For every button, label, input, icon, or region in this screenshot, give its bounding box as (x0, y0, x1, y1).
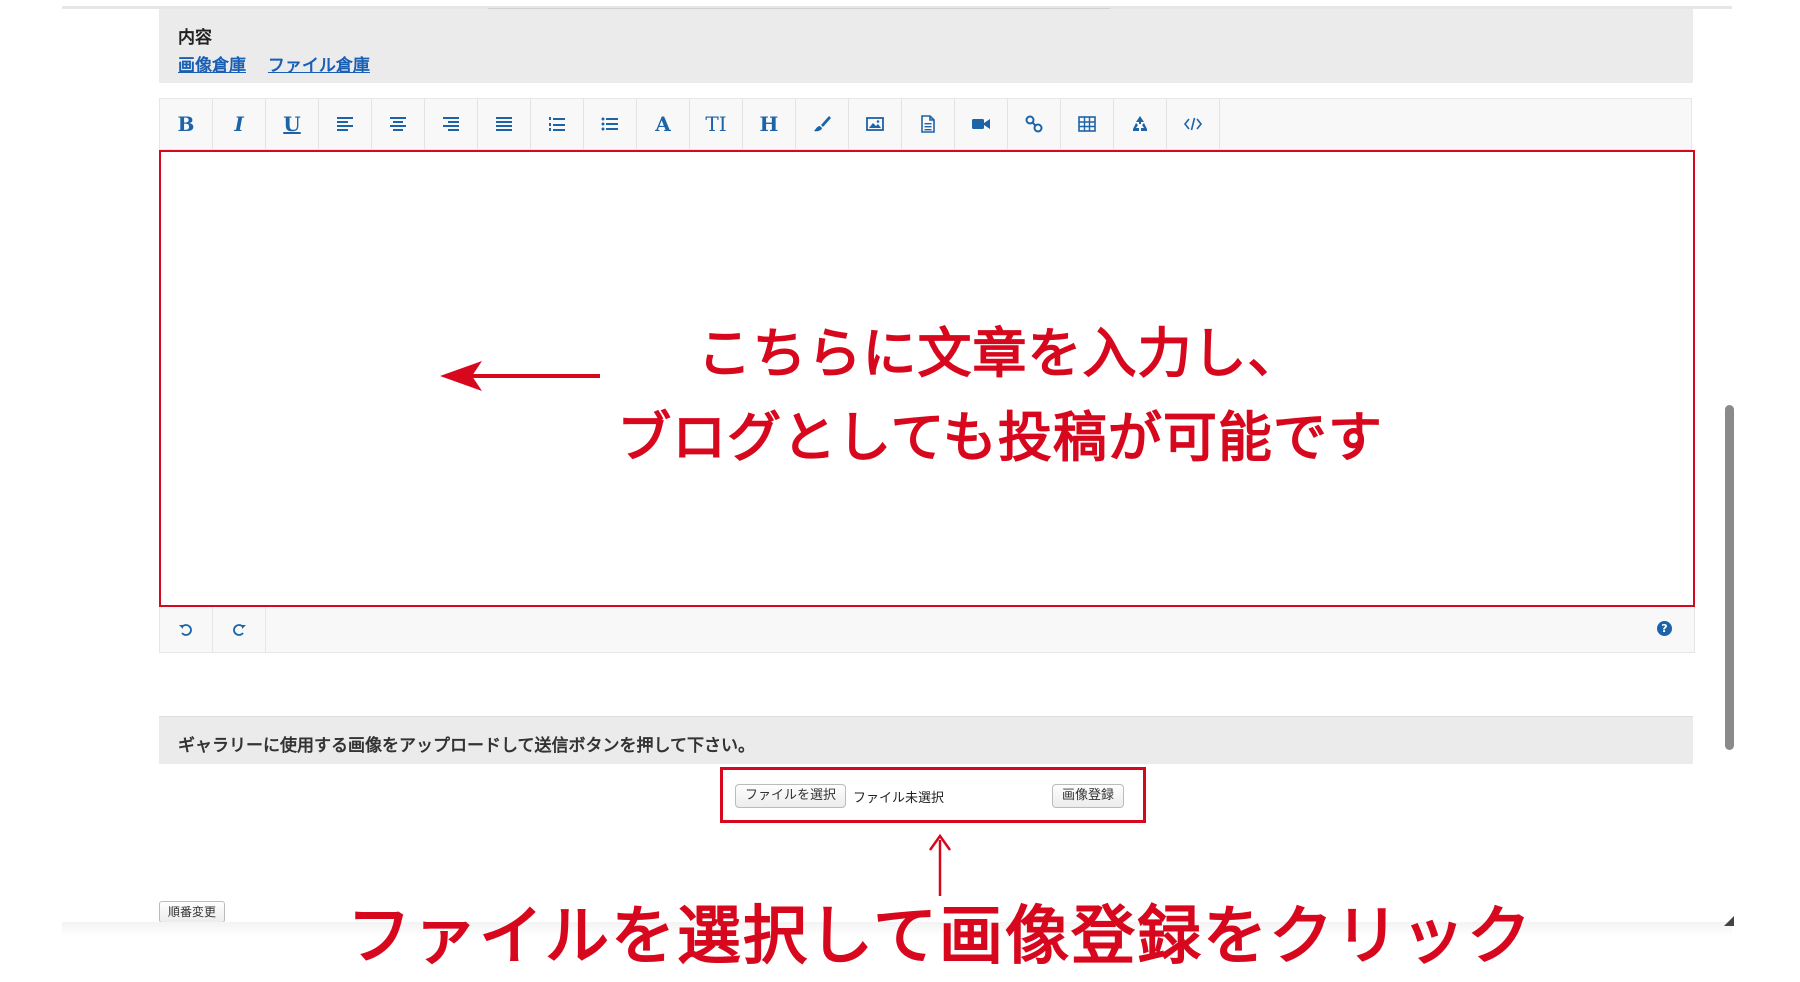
file-library-link[interactable]: ファイル倉庫 (268, 56, 370, 76)
reorder-button[interactable]: 順番変更 (159, 901, 226, 923)
annotation-line-2: ブログとしても投稿が可能です (617, 406, 1383, 469)
redo-button[interactable] (213, 607, 266, 652)
color-button[interactable] (796, 99, 849, 149)
insert-table-button[interactable] (1061, 99, 1114, 149)
link-icon (1025, 115, 1043, 133)
italic-button[interactable]: I (213, 99, 266, 149)
align-right-button[interactable] (425, 99, 478, 149)
ordered-list-button[interactable] (531, 99, 584, 149)
annotation-line-1: こちらに文章を入力し、 (697, 322, 1303, 385)
vertical-scrollbar[interactable] (1725, 405, 1734, 750)
undo-icon (179, 623, 192, 636)
image-library-link[interactable]: 画像倉庫 (178, 56, 246, 76)
unordered-list-button[interactable] (584, 99, 637, 149)
insert-video-button[interactable] (955, 99, 1008, 149)
justify-icon (496, 117, 512, 131)
register-image-button[interactable]: 画像登録 (1052, 784, 1125, 808)
code-view-button[interactable] (1167, 99, 1220, 149)
editor-footer: ? (159, 607, 1695, 653)
arrow-up-icon (928, 834, 952, 896)
heading-icon: H (759, 112, 779, 136)
font-icon: A (655, 112, 671, 136)
file-icon (921, 115, 935, 133)
align-center-button[interactable] (372, 99, 425, 149)
align-center-icon (390, 117, 406, 131)
bold-button[interactable]: B (160, 99, 213, 149)
italic-icon: I (234, 112, 244, 136)
video-icon (972, 119, 990, 129)
choose-file-button[interactable]: ファイルを選択 (735, 784, 847, 808)
font-size-button[interactable]: TI (690, 99, 743, 149)
ordered-list-icon (549, 117, 565, 131)
redo-icon (233, 623, 246, 636)
underline-icon: U (283, 112, 301, 136)
gallery-instruction-bar: ギャラリーに使用する画像をアップロードして送信ボタンを押して下さい。 (159, 716, 1693, 764)
insert-image-button[interactable] (849, 99, 902, 149)
image-icon (866, 117, 884, 131)
align-right-icon (443, 117, 459, 131)
arrow-left-icon (440, 361, 600, 391)
code-icon (1183, 117, 1203, 131)
content-title: 内容 (178, 28, 212, 48)
content-header: 内容 画像倉庫 ファイル倉庫 (159, 9, 1693, 83)
bottom-annotation: ファイルを選択して画像登録をクリック (346, 900, 1534, 974)
font-size-icon: TI (705, 112, 727, 136)
bold-icon: B (177, 112, 195, 136)
content-links: 画像倉庫 ファイル倉庫 (178, 51, 386, 76)
align-left-icon (337, 117, 353, 131)
help-button[interactable]: ? (1657, 621, 1672, 636)
brush-icon (814, 116, 831, 132)
underline-button[interactable]: U (266, 99, 319, 149)
upload-form: ファイルを選択 ファイル未選択 画像登録 (720, 767, 1146, 823)
insert-link-button[interactable] (1008, 99, 1061, 149)
file-status: ファイル未選択 (853, 791, 945, 806)
resize-corner-icon[interactable] (1724, 916, 1734, 926)
editor-toolbar: B I U A TI H (159, 98, 1692, 150)
align-left-button[interactable] (319, 99, 372, 149)
recycle-icon (1133, 116, 1147, 131)
clear-format-button[interactable] (1114, 99, 1167, 149)
justify-button[interactable] (478, 99, 531, 149)
undo-button[interactable] (160, 607, 213, 652)
font-button[interactable]: A (637, 99, 690, 149)
table-icon (1078, 116, 1096, 132)
gallery-instruction: ギャラリーに使用する画像をアップロードして送信ボタンを押して下さい。 (178, 736, 755, 756)
heading-button[interactable]: H (743, 99, 796, 149)
unordered-list-icon (601, 117, 618, 131)
insert-file-button[interactable] (902, 99, 955, 149)
editor-annotation: こちらに文章を入力し、 ブログとしても投稿が可能です (580, 312, 1420, 480)
